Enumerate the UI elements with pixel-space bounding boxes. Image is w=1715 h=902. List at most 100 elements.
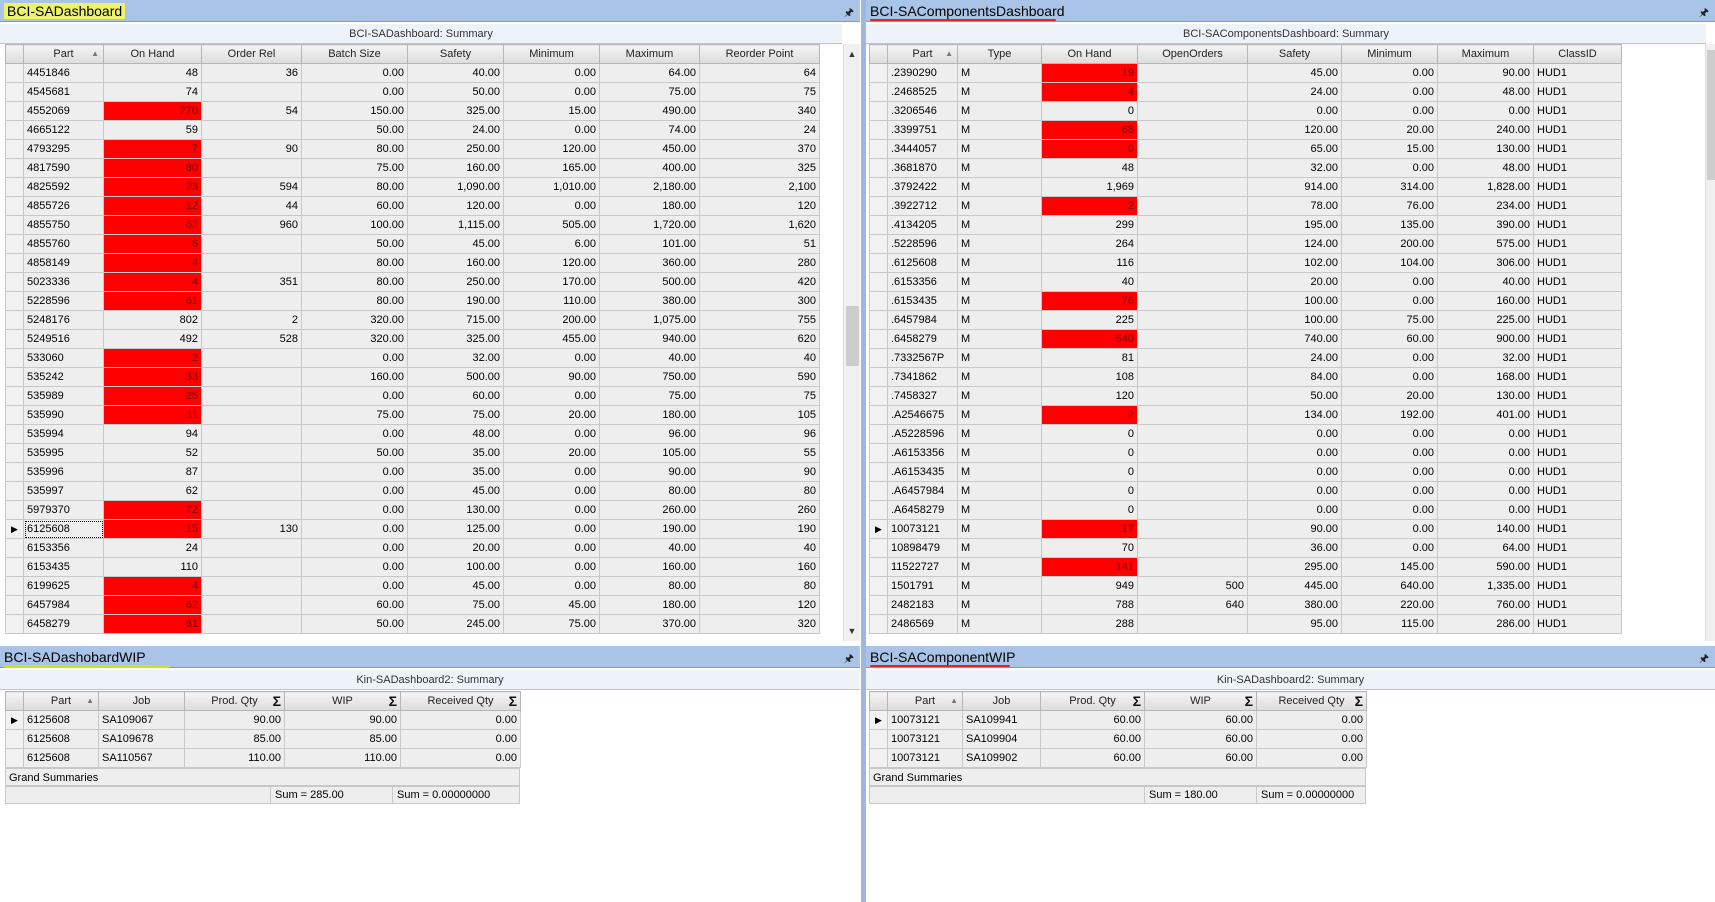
column-header-part[interactable]: Part ▲ bbox=[887, 44, 958, 64]
cell-on-hand[interactable]: 80 bbox=[103, 158, 202, 178]
cell-minimum[interactable]: 0.00 bbox=[503, 386, 600, 406]
cell-on-hand[interactable]: 4 bbox=[103, 253, 202, 273]
cell-part[interactable]: 10898479 bbox=[887, 538, 958, 558]
cell-maximum[interactable]: 225.00 bbox=[1437, 310, 1534, 330]
cell-on-hand[interactable]: 48 bbox=[1041, 158, 1138, 178]
cell-on-hand[interactable]: 62 bbox=[103, 215, 202, 235]
table-row[interactable]: 6457984 62 60.00 75.00 45.00 180.00 120 bbox=[5, 595, 820, 615]
cell-openorders[interactable] bbox=[1137, 367, 1248, 387]
cell-classid[interactable]: HUD1 bbox=[1533, 196, 1622, 216]
cell-part[interactable]: 4451846 bbox=[23, 63, 104, 83]
cell-order-rel[interactable] bbox=[201, 405, 302, 425]
cell-minimum[interactable]: 76.00 bbox=[1341, 196, 1438, 216]
cell-reorder-point[interactable]: 80 bbox=[699, 576, 820, 596]
row-selector[interactable] bbox=[5, 443, 24, 463]
cell-safety[interactable]: 45.00 bbox=[407, 234, 504, 254]
cell-minimum[interactable]: 75.00 bbox=[1341, 310, 1438, 330]
cell-safety[interactable]: 20.00 bbox=[407, 538, 504, 558]
cell-minimum[interactable]: 0.00 bbox=[503, 538, 600, 558]
cell-on-hand[interactable]: 2 bbox=[1041, 196, 1138, 216]
cell-maximum[interactable]: 75.00 bbox=[599, 82, 700, 102]
cell-order-rel[interactable] bbox=[201, 576, 302, 596]
table-row[interactable]: .3681870 M 48 32.00 0.00 48.00 HUD1 bbox=[869, 158, 1622, 178]
pin-icon[interactable]: 🖈 bbox=[844, 4, 854, 23]
cell-part[interactable]: 6457984 bbox=[23, 595, 104, 615]
cell-minimum[interactable]: 110.00 bbox=[503, 291, 600, 311]
cell-maximum[interactable]: 590.00 bbox=[1437, 557, 1534, 577]
cell-on-hand[interactable]: 81 bbox=[1041, 348, 1138, 368]
cell-batch-size[interactable]: 75.00 bbox=[301, 158, 408, 178]
cell-maximum[interactable]: 40.00 bbox=[599, 348, 700, 368]
cell-order-rel[interactable]: 130 bbox=[201, 519, 302, 539]
cell-classid[interactable]: HUD1 bbox=[1533, 481, 1622, 501]
cell-safety[interactable]: 100.00 bbox=[407, 557, 504, 577]
cell-safety[interactable]: 1,090.00 bbox=[407, 177, 504, 197]
cell-part[interactable]: 6125608 bbox=[23, 729, 99, 749]
cell-on-hand[interactable]: 0 bbox=[1041, 443, 1138, 463]
cell-on-hand[interactable]: 288 bbox=[1041, 614, 1138, 634]
cell-minimum[interactable]: 15.00 bbox=[1341, 139, 1438, 159]
cell-reorder-point[interactable]: 75 bbox=[699, 82, 820, 102]
cell-part[interactable]: 5023336 bbox=[23, 272, 104, 292]
cell-received-qty[interactable]: 0.00 bbox=[400, 748, 521, 768]
column-header-order-rel[interactable]: Order Rel bbox=[201, 44, 302, 64]
cell-order-rel[interactable] bbox=[201, 120, 302, 140]
cell-part[interactable]: .A6458279 bbox=[887, 500, 958, 520]
cell-maximum[interactable]: 80.00 bbox=[599, 576, 700, 596]
cell-minimum[interactable]: 0.00 bbox=[503, 120, 600, 140]
cell-on-hand[interactable]: 40 bbox=[1041, 272, 1138, 292]
pin-icon[interactable]: 🖈 bbox=[844, 650, 854, 669]
cell-minimum[interactable]: 0.00 bbox=[503, 462, 600, 482]
cell-classid[interactable]: HUD1 bbox=[1533, 215, 1622, 235]
row-selector[interactable] bbox=[5, 424, 24, 444]
cell-minimum[interactable]: 120.00 bbox=[503, 253, 600, 273]
row-selector[interactable] bbox=[869, 215, 888, 235]
cell-on-hand[interactable]: 949 bbox=[1041, 576, 1138, 596]
cell-order-rel[interactable] bbox=[201, 462, 302, 482]
row-selector[interactable] bbox=[869, 729, 888, 749]
cell-order-rel[interactable]: 54 bbox=[201, 101, 302, 121]
cell-on-hand[interactable]: 76 bbox=[1041, 291, 1138, 311]
table-row[interactable]: 6125608 SA109678 85.00 85.00 0.00 bbox=[5, 729, 521, 749]
cell-reorder-point[interactable]: 120 bbox=[699, 196, 820, 216]
cell-safety[interactable]: 914.00 bbox=[1247, 177, 1342, 197]
cell-safety[interactable]: 1,115.00 bbox=[407, 215, 504, 235]
cell-classid[interactable]: HUD1 bbox=[1533, 405, 1622, 425]
cell-classid[interactable]: HUD1 bbox=[1533, 595, 1622, 615]
table-row[interactable]: 535994 94 0.00 48.00 0.00 96.00 96 bbox=[5, 424, 820, 444]
cell-classid[interactable]: HUD1 bbox=[1533, 500, 1622, 520]
cell-on-hand[interactable]: 52 bbox=[103, 443, 202, 463]
row-selector[interactable] bbox=[5, 386, 24, 406]
cell-safety[interactable]: 134.00 bbox=[1247, 405, 1342, 425]
cell-openorders[interactable] bbox=[1137, 481, 1248, 501]
cell-maximum[interactable]: 140.00 bbox=[1437, 519, 1534, 539]
table-row[interactable]: 6153356 24 0.00 20.00 0.00 40.00 40 bbox=[5, 538, 820, 558]
cell-maximum[interactable]: 400.00 bbox=[599, 158, 700, 178]
cell-on-hand[interactable]: 24 bbox=[103, 538, 202, 558]
cell-batch-size[interactable]: 50.00 bbox=[301, 443, 408, 463]
cell-received-qty[interactable]: 0.00 bbox=[1256, 748, 1367, 768]
cell-part[interactable]: 6199625 bbox=[23, 576, 104, 596]
cell-reorder-point[interactable]: 260 bbox=[699, 500, 820, 520]
cell-safety[interactable]: 35.00 bbox=[407, 462, 504, 482]
cell-maximum[interactable]: 0.00 bbox=[1437, 462, 1534, 482]
cell-batch-size[interactable]: 0.00 bbox=[301, 462, 408, 482]
cell-on-hand[interactable]: 264 bbox=[1041, 234, 1138, 254]
cell-openorders[interactable] bbox=[1137, 386, 1248, 406]
cell-minimum[interactable]: 0.00 bbox=[503, 424, 600, 444]
column-header-reorder-point[interactable]: Reorder Point bbox=[699, 44, 820, 64]
cell-on-hand[interactable]: 0 bbox=[1041, 424, 1138, 444]
cell-maximum[interactable]: 450.00 bbox=[599, 139, 700, 159]
cell-batch-size[interactable]: 80.00 bbox=[301, 291, 408, 311]
cell-on-hand[interactable]: 0 bbox=[1041, 481, 1138, 501]
cell-part[interactable]: 6125608 bbox=[23, 748, 99, 768]
cell-minimum[interactable]: 0.00 bbox=[1341, 424, 1438, 444]
cell-openorders[interactable] bbox=[1137, 329, 1248, 349]
cell-part[interactable]: 5979370 bbox=[23, 500, 104, 520]
cell-on-hand[interactable]: 62 bbox=[103, 481, 202, 501]
cell-minimum[interactable]: 115.00 bbox=[1341, 614, 1438, 634]
cell-job[interactable]: SA109067 bbox=[98, 710, 185, 730]
table-row[interactable]: .6457984 M 225 100.00 75.00 225.00 HUD1 bbox=[869, 310, 1622, 330]
cell-reorder-point[interactable]: 40 bbox=[699, 538, 820, 558]
cell-safety[interactable]: 0.00 bbox=[1247, 443, 1342, 463]
